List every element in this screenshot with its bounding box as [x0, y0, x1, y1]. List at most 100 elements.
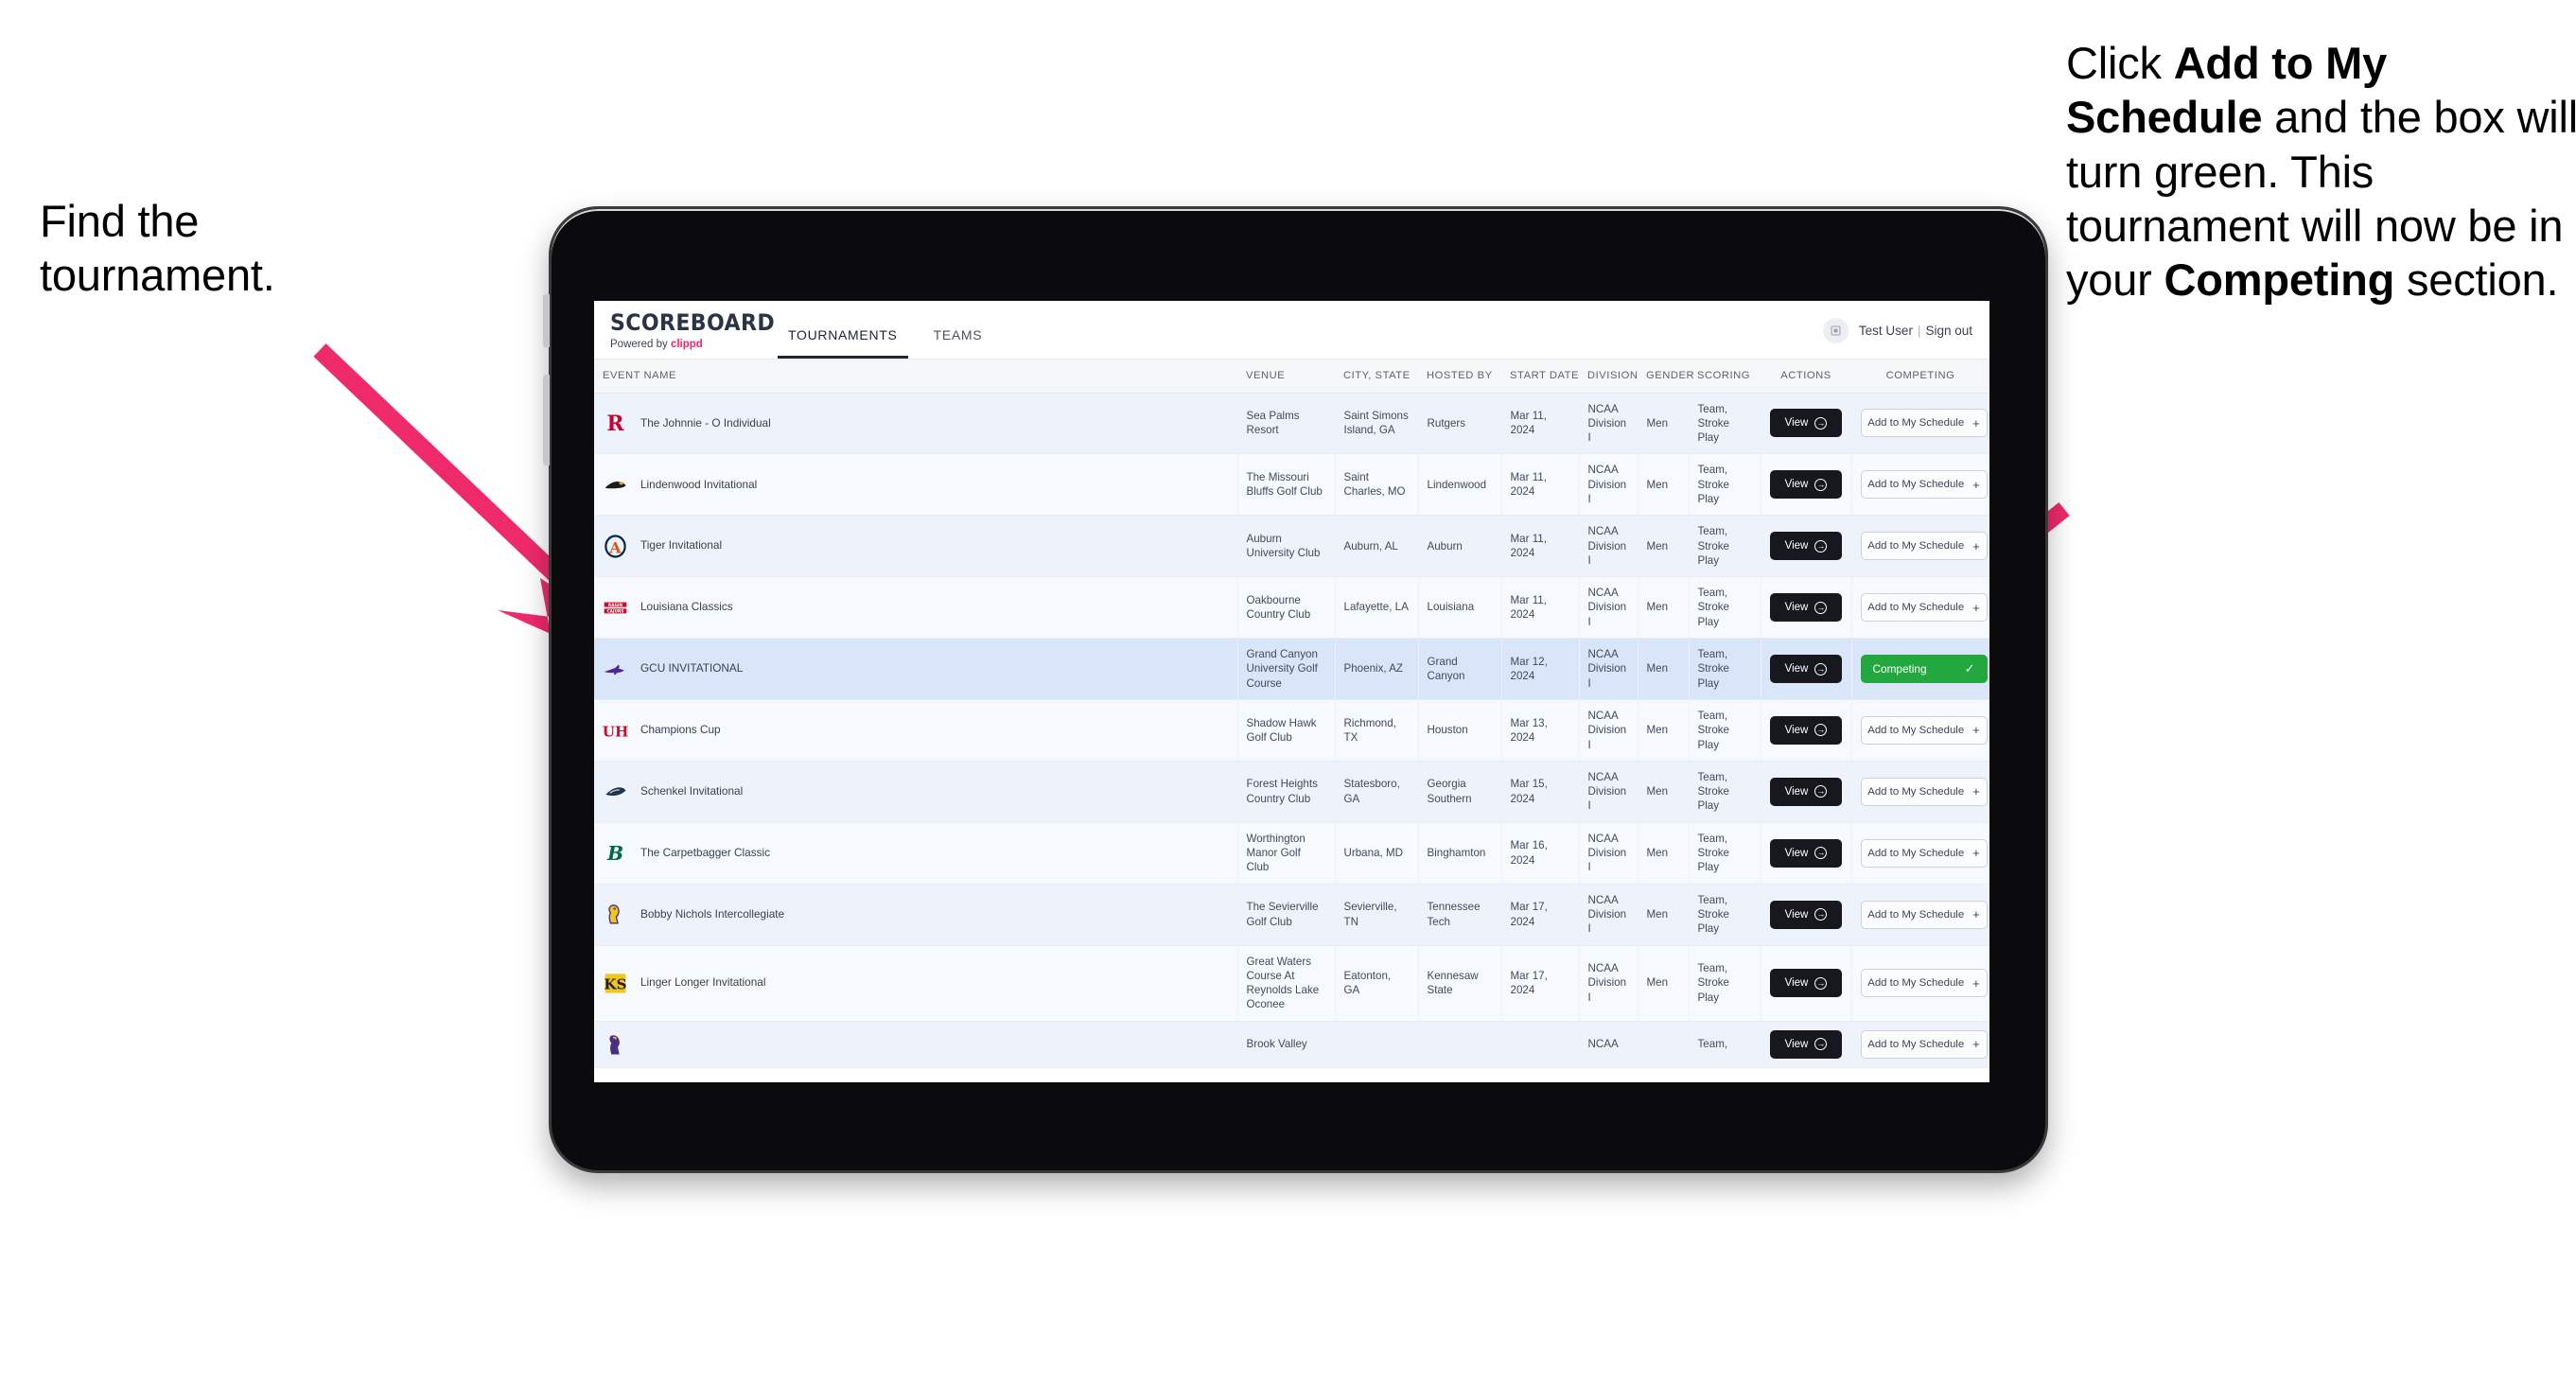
primary-nav: TOURNAMENTS TEAMS — [770, 301, 1000, 359]
cell-start-date: Mar 17, 2024 — [1501, 945, 1580, 1022]
cell-actions: View → — [1761, 638, 1852, 700]
cell-actions: View → — [1761, 761, 1852, 823]
event-name-text: Tiger Invitational — [640, 538, 723, 553]
tablet-device-frame: SCOREBOARD Powered by clippd TOURNAMENTS… — [543, 206, 2048, 1173]
add-to-my-schedule-button[interactable]: Add to My Schedule + — [1860, 532, 1988, 561]
view-button[interactable]: View → — [1770, 715, 1842, 745]
cell-competing: Add to My Schedule + — [1851, 945, 1989, 1022]
table-row[interactable]: Lindenwood Invitational The Missouri Blu… — [594, 453, 1989, 517]
cell-venue: Oakbourne Country Club — [1237, 576, 1336, 640]
cell-division: NCAA Division I — [1579, 945, 1638, 1022]
add-to-my-schedule-button[interactable]: Add to My Schedule + — [1860, 409, 1988, 438]
cell-actions: View → — [1761, 515, 1852, 578]
cell-hosted-by: Georgia Southern — [1418, 761, 1502, 823]
brand-title: SCOREBOARD — [610, 309, 776, 336]
cell-scoring: Team, Stroke Play — [1689, 576, 1761, 640]
tab-teams[interactable]: TEAMS — [916, 301, 1001, 359]
view-button[interactable]: View → — [1770, 900, 1842, 929]
cell-gender: Men — [1638, 515, 1690, 578]
view-button[interactable]: View → — [1770, 655, 1842, 683]
table-row[interactable]: B The Carpetbagger Classic Worthington M… — [594, 822, 1989, 885]
cell-actions: View → — [1761, 1021, 1852, 1068]
table-row[interactable]: Bobby Nichols Intercollegiate The Sevier… — [594, 884, 1989, 946]
cell-venue: Grand Canyon University Golf Course — [1237, 638, 1336, 700]
tab-tournaments[interactable]: TOURNAMENTS — [770, 301, 916, 359]
add-to-my-schedule-button[interactable]: Add to My Schedule + — [1860, 969, 1988, 998]
table-body: R The Johnnie - O Individual Sea Palms R… — [594, 393, 1989, 1068]
table-row[interactable]: Schenkel Invitational Forest Heights Cou… — [594, 761, 1989, 823]
browser-screen: SCOREBOARD Powered by clippd TOURNAMENTS… — [594, 301, 1989, 1082]
cell-scoring: Team, Stroke Play — [1689, 638, 1761, 700]
view-button[interactable]: View → — [1770, 470, 1842, 500]
add-to-my-schedule-button[interactable]: Add to My Schedule + — [1860, 715, 1988, 745]
callout-right-bold2: Competing — [2164, 254, 2395, 306]
view-button[interactable]: View → — [1770, 409, 1842, 438]
col-scoring: SCORING — [1689, 360, 1761, 394]
sign-out-link[interactable]: Sign out — [1925, 324, 1972, 338]
cell-scoring: Team, — [1689, 1021, 1761, 1068]
event-name-text: The Johnnie - O Individual — [640, 415, 771, 430]
view-button[interactable]: View → — [1770, 532, 1842, 561]
view-button[interactable]: View → — [1770, 969, 1842, 998]
add-label: Add to My Schedule — [1867, 847, 1965, 859]
plus-icon: + — [1972, 415, 1980, 430]
cell-venue: Auburn University Club — [1237, 515, 1336, 578]
tab-tournaments-label: TOURNAMENTS — [788, 327, 898, 342]
table-row[interactable]: R The Johnnie - O Individual Sea Palms R… — [594, 393, 1989, 455]
user-badge-icon[interactable] — [1822, 318, 1849, 343]
table-row[interactable]: KS Linger Longer Invitational Great Wate… — [594, 945, 1989, 1022]
cell-event-name: KS Linger Longer Invitational — [594, 945, 1238, 1022]
table-row[interactable]: GCU INVITATIONAL Grand Canyon University… — [594, 638, 1989, 700]
cell-start-date: Mar 13, 2024 — [1501, 699, 1580, 762]
add-to-my-schedule-button[interactable]: Add to My Schedule + — [1860, 838, 1988, 868]
table-row[interactable]: Brook Valley NCAA Team, View → Add to My… — [594, 1021, 1989, 1068]
add-to-my-schedule-button[interactable]: Add to My Schedule + — [1860, 1029, 1988, 1059]
cell-competing: Add to My Schedule + — [1851, 1021, 1989, 1068]
tournaments-table-scroll[interactable]: EVENT NAME VENUE CITY, STATE HOSTED BY S… — [594, 360, 1989, 1082]
add-to-my-schedule-button[interactable]: Add to My Schedule + — [1860, 470, 1988, 500]
brand-logo[interactable]: SCOREBOARD Powered by clippd — [594, 301, 776, 359]
view-button[interactable]: View → — [1770, 593, 1842, 623]
event-name-text: The Carpetbagger Classic — [640, 845, 771, 859]
cell-city-state: Auburn, AL — [1335, 515, 1419, 578]
view-label: View — [1784, 908, 1809, 921]
table-row[interactable]: RAGIN CAJUNS Louisiana Classics Oakbourne… — [594, 576, 1989, 640]
view-button[interactable]: View → — [1770, 838, 1842, 868]
cell-city-state: Saint Charles, MO — [1335, 453, 1419, 517]
table-row[interactable]: UH Champions Cup Shadow Hawk Golf Club R… — [594, 699, 1989, 762]
cell-start-date: Mar 16, 2024 — [1501, 822, 1580, 885]
check-icon: ✓ — [1964, 661, 1975, 675]
rutgers-logo: R — [603, 411, 628, 436]
cell-venue: Worthington Manor Golf Club — [1237, 822, 1336, 885]
col-city-state: CITY, STATE — [1335, 360, 1418, 394]
cell-venue: Sea Palms Resort — [1237, 393, 1336, 455]
event-name-text: Champions Cup — [640, 723, 721, 737]
cell-actions: View → — [1761, 393, 1852, 455]
view-button[interactable]: View → — [1770, 777, 1842, 806]
add-to-my-schedule-button[interactable]: Add to My Schedule + — [1860, 900, 1988, 929]
plus-icon: + — [1972, 907, 1980, 922]
view-label: View — [1784, 724, 1809, 736]
add-label: Add to My Schedule — [1867, 724, 1965, 736]
add-label: Add to My Schedule — [1867, 602, 1965, 614]
event-name-text: Bobby Nichols Intercollegiate — [640, 906, 785, 921]
cell-start-date: Mar 11, 2024 — [1501, 393, 1580, 455]
cell-venue: Forest Heights Country Club — [1237, 761, 1336, 823]
view-label: View — [1784, 540, 1809, 553]
cell-start-date: Mar 15, 2024 — [1501, 761, 1580, 823]
table-row[interactable]: A Tiger Invitational Auburn University C… — [594, 515, 1989, 578]
add-to-my-schedule-button[interactable]: Add to My Schedule + — [1860, 777, 1988, 806]
plus-icon: + — [1972, 975, 1980, 991]
cell-division: NCAA Division I — [1579, 576, 1638, 640]
cell-division: NCAA Division I — [1579, 699, 1638, 762]
east-carolina-logo — [603, 1031, 628, 1057]
lindenwood-logo — [603, 472, 628, 498]
georgia-southern-logo — [603, 779, 628, 804]
col-division: DIVISION — [1579, 360, 1638, 394]
view-button[interactable]: View → — [1770, 1029, 1842, 1059]
cell-hosted-by: Binghamton — [1418, 822, 1502, 885]
competing-button[interactable]: Competing ✓ — [1860, 655, 1988, 683]
cell-division: NCAA Division I — [1579, 822, 1638, 885]
add-to-my-schedule-button[interactable]: Add to My Schedule + — [1860, 593, 1988, 623]
cell-actions: View → — [1761, 822, 1852, 885]
